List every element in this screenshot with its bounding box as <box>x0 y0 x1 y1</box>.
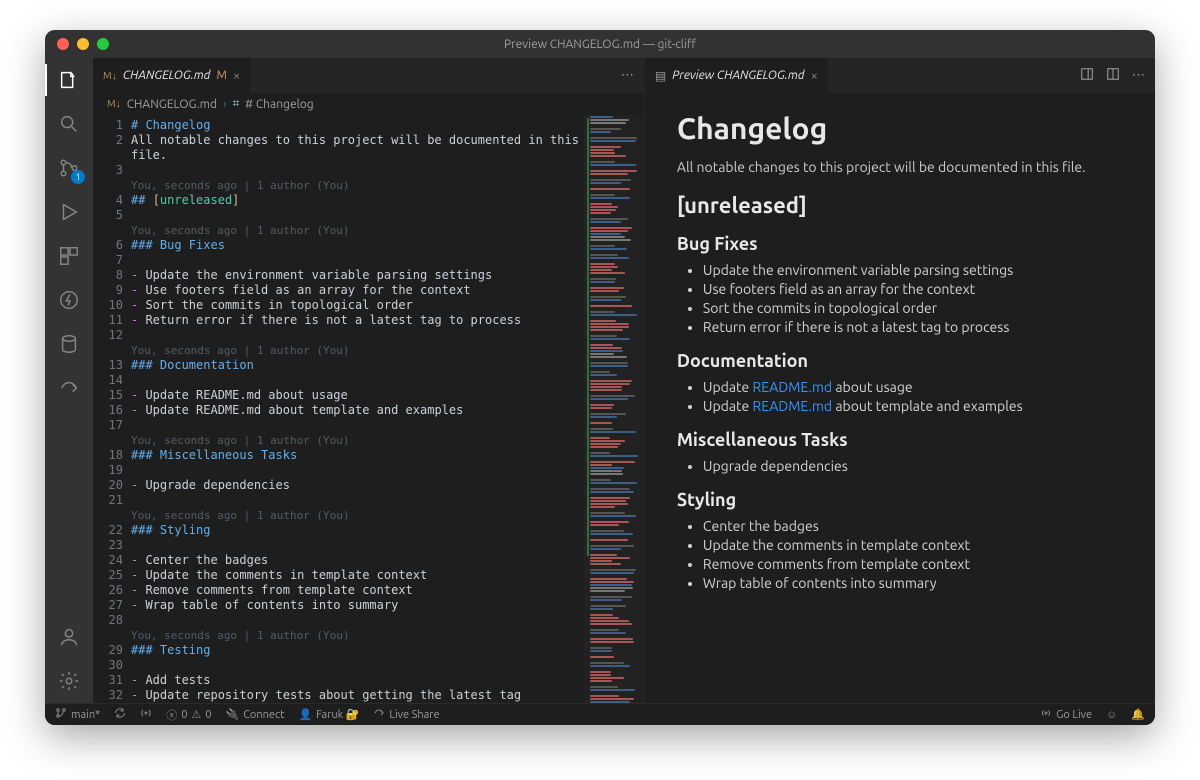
close-window-button[interactable] <box>57 38 69 50</box>
chevron-right-icon: › <box>223 98 226 111</box>
preview-h2-unreleased: [unreleased] <box>677 193 1123 218</box>
breadcrumbs[interactable]: M↓ CHANGELOG.md › ⌗ # Changelog <box>93 93 644 115</box>
user-status[interactable]: 👤Faruk 🔐 <box>298 708 359 721</box>
preview-h3-misc: Miscellaneous Tasks <box>677 430 1123 450</box>
split-editor-icon[interactable] <box>1106 67 1120 84</box>
minimap[interactable] <box>584 115 644 703</box>
list-item: Wrap table of contents into summary <box>703 575 1123 591</box>
status-bar: main* ⓧ0 ⚠0 🔌Connect 👤Faruk 🔐 Live Share… <box>45 703 1155 725</box>
share-icon[interactable] <box>55 374 83 402</box>
open-to-side-icon[interactable] <box>1080 67 1094 84</box>
activity-bar: 1 <box>45 58 93 703</box>
preview-h3-styling: Styling <box>677 490 1123 510</box>
preview-list-documentation: Update README.md about usage Update READ… <box>703 379 1123 414</box>
breadcrumb-symbol[interactable]: # Changelog <box>245 98 313 111</box>
tab-preview-changelog[interactable]: ▤ Preview CHANGELOG.md × <box>645 58 829 93</box>
search-icon[interactable] <box>55 110 83 138</box>
breadcrumb-file[interactable]: CHANGELOG.md <box>127 98 217 111</box>
liveshare-status[interactable]: Live Share <box>373 707 439 722</box>
list-item: Update the environment variable parsing … <box>703 262 1123 278</box>
list-item: Upgrade dependencies <box>703 458 1123 474</box>
error-icon: ⓧ <box>166 707 177 723</box>
maximize-window-button[interactable] <box>97 38 109 50</box>
tab-label: CHANGELOG.md <box>123 69 211 82</box>
code-content[interactable]: # ChangelogAll notable changes to this p… <box>131 115 584 703</box>
list-item: Update README.md about template and exam… <box>703 398 1123 414</box>
more-actions-icon[interactable]: ⋯ <box>621 68 634 83</box>
app-window: Preview CHANGELOG.md — git-cliff 1 <box>45 30 1155 725</box>
explorer-icon[interactable] <box>55 66 83 94</box>
radio-status[interactable] <box>140 707 152 722</box>
list-item: Return error if there is not a latest ta… <box>703 319 1123 335</box>
feedback-icon[interactable]: ☺ <box>1106 709 1117 721</box>
golive-status[interactable]: Go Live <box>1040 707 1092 722</box>
more-actions-icon[interactable]: ⋯ <box>1132 68 1145 83</box>
broadcast-icon <box>140 707 152 722</box>
editor-group: M↓ CHANGELOG.md M × ⋯ M↓ CHANGELOG.md › … <box>93 58 1155 703</box>
list-item: Sort the commits in topological order <box>703 300 1123 316</box>
readme-link[interactable]: README.md <box>752 398 832 414</box>
preview-list-bugfixes: Update the environment variable parsing … <box>703 262 1123 335</box>
database-icon[interactable] <box>55 330 83 358</box>
list-item: Update the comments in template context <box>703 537 1123 553</box>
connect-status[interactable]: 🔌Connect <box>226 708 285 721</box>
line-number-gutter: 1234567891011121314151617181920212223242… <box>93 115 131 703</box>
settings-gear-icon[interactable] <box>55 667 83 695</box>
run-debug-icon[interactable] <box>55 198 83 226</box>
list-item: Center the badges <box>703 518 1123 534</box>
preview-icon: ▤ <box>655 69 666 83</box>
plug-icon: 🔌 <box>226 708 240 721</box>
markdown-file-icon: M↓ <box>107 98 121 110</box>
problems-status[interactable]: ⓧ0 ⚠0 <box>166 707 211 723</box>
person-icon: 👤 <box>298 708 312 721</box>
tab-actions-source: ⋯ <box>621 58 644 93</box>
thunder-icon[interactable] <box>55 286 83 314</box>
sync-status[interactable] <box>114 707 126 722</box>
broadcast-icon <box>1040 707 1052 722</box>
preview-list-misc: Upgrade dependencies <box>703 458 1123 474</box>
branch-status[interactable]: main* <box>55 707 100 722</box>
preview-h3-bugfixes: Bug Fixes <box>677 234 1123 254</box>
minimize-window-button[interactable] <box>77 38 89 50</box>
close-tab-icon[interactable]: × <box>811 69 818 83</box>
close-tab-icon[interactable]: × <box>233 69 240 83</box>
code-editor[interactable]: 1234567891011121314151617181920212223242… <box>93 115 644 703</box>
symbol-icon: ⌗ <box>232 97 239 111</box>
warning-icon: ⚠ <box>191 708 201 721</box>
branch-icon <box>55 707 67 722</box>
editor-pane-source: M↓ CHANGELOG.md M × ⋯ M↓ CHANGELOG.md › … <box>93 58 645 703</box>
titlebar: Preview CHANGELOG.md — git-cliff <box>45 30 1155 58</box>
readme-link[interactable]: README.md <box>752 379 832 395</box>
main-body: 1 <box>45 58 1155 703</box>
liveshare-icon <box>373 707 385 722</box>
modified-indicator: M <box>216 69 226 82</box>
extensions-icon[interactable] <box>55 242 83 270</box>
tabbar-source: M↓ CHANGELOG.md M × ⋯ <box>93 58 644 93</box>
preview-list-styling: Center the badges Update the comments in … <box>703 518 1123 591</box>
traffic-lights <box>45 38 109 50</box>
account-icon[interactable] <box>55 623 83 651</box>
list-item: Use footers field as an array for the co… <box>703 281 1123 297</box>
tab-label: Preview CHANGELOG.md <box>672 69 804 82</box>
scm-badge: 1 <box>71 170 85 184</box>
tab-actions-preview: ⋯ <box>1080 58 1155 93</box>
preview-h3-documentation: Documentation <box>677 351 1123 371</box>
tab-changelog-md[interactable]: M↓ CHANGELOG.md M × <box>93 58 251 93</box>
markdown-file-icon: M↓ <box>103 70 117 82</box>
markdown-preview[interactable]: Changelog All notable changes to this pr… <box>645 93 1155 703</box>
window-title: Preview CHANGELOG.md — git-cliff <box>45 38 1155 51</box>
list-item: Update README.md about usage <box>703 379 1123 395</box>
preview-h1: Changelog <box>677 111 1123 145</box>
editor-pane-preview: ▤ Preview CHANGELOG.md × ⋯ Changelog All… <box>645 58 1155 703</box>
sync-icon <box>114 707 126 722</box>
list-item: Remove comments from template context <box>703 556 1123 572</box>
bell-icon[interactable]: 🔔 <box>1131 708 1145 721</box>
tabbar-preview: ▤ Preview CHANGELOG.md × ⋯ <box>645 58 1155 93</box>
preview-intro: All notable changes to this project will… <box>677 159 1123 175</box>
source-control-icon[interactable]: 1 <box>55 154 83 182</box>
